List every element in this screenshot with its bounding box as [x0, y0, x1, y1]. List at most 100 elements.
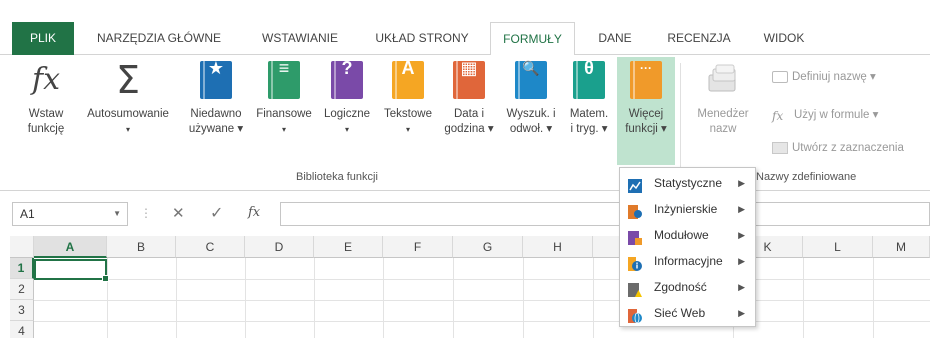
date-time-button[interactable]: ▦ Data i godzina ▾	[440, 59, 498, 137]
define-name-icon	[772, 70, 788, 83]
row-header-2[interactable]: 2	[10, 279, 34, 300]
text-dropdown-icon: ▾	[405, 125, 410, 134]
info-icon	[628, 254, 642, 271]
text-label: Tekstowe	[384, 108, 432, 120]
star-book-icon: ★	[200, 59, 232, 99]
date-time-label: Data i	[453, 108, 485, 120]
column-header-m[interactable]: M	[873, 236, 930, 258]
tab-file[interactable]: PLIK	[12, 22, 74, 55]
column-header-h[interactable]: H	[523, 236, 593, 258]
menu-item-label: Inżynierskie	[654, 202, 718, 216]
financial-button[interactable]: ≡ Finansowe ▾	[251, 59, 317, 137]
grid-line	[176, 258, 177, 338]
column-header-d[interactable]: D	[245, 236, 314, 258]
grid-line	[107, 258, 108, 338]
tab-formulas[interactable]: FORMUŁY	[490, 22, 575, 56]
logical-label: Logiczne	[323, 108, 371, 120]
column-header-c[interactable]: C	[176, 236, 245, 258]
fx-icon: fx	[31, 62, 61, 97]
column-header-b[interactable]: B	[107, 236, 176, 258]
grid-line	[453, 258, 454, 338]
create-from-selection-icon	[772, 142, 788, 154]
text-button[interactable]: A Tekstowe ▾	[378, 59, 438, 137]
recently-used-button[interactable]: ★ Niedawno używane ▾	[183, 59, 249, 137]
select-all-corner[interactable]	[10, 236, 34, 258]
menu-item-information[interactable]: Informacyjne ▶	[620, 248, 755, 274]
column-header-e[interactable]: E	[314, 236, 383, 258]
menu-item-compatibility[interactable]: Zgodność ▶	[620, 274, 755, 300]
formula-input[interactable]	[280, 202, 930, 226]
tab-insert[interactable]: WSTAWIANIE	[250, 22, 350, 55]
menu-item-engineering[interactable]: Inżynierskie ▶	[620, 196, 755, 222]
active-cell-a1[interactable]	[34, 259, 109, 282]
row-header-3[interactable]: 3	[10, 300, 34, 321]
grid-line	[873, 258, 874, 338]
fx-insert-icon[interactable]: fx	[248, 205, 260, 220]
name-box[interactable]: A1 ▼	[12, 202, 128, 226]
insert-function-button[interactable]: fx Wstaw funkcję	[18, 61, 74, 137]
grid-line	[593, 258, 594, 338]
engineering-icon	[628, 202, 642, 219]
cancel-icon[interactable]: ✕	[172, 204, 185, 222]
lookup-button[interactable]: 🔍 Wyszuk. i odwoł. ▾	[500, 61, 562, 137]
cube-icon	[628, 228, 642, 245]
row-header-4[interactable]: 4	[10, 321, 34, 338]
menu-item-statistical[interactable]: Statystyczne ▶	[620, 170, 755, 196]
more-functions-menu: Statystyczne ▶ Inżynierskie ▶ Modułowe ▶…	[619, 167, 756, 327]
tab-review[interactable]: RECENZJA	[660, 22, 738, 55]
tab-home[interactable]: NARZĘDZIA GŁÓWNE	[90, 22, 228, 55]
menu-item-label: Informacyjne	[654, 254, 723, 268]
insert-function-label: Wstaw	[28, 108, 64, 120]
financial-label: Finansowe	[256, 108, 312, 120]
tab-view[interactable]: WIDOK	[755, 22, 813, 55]
menu-item-web[interactable]: Sieć Web ▶	[620, 300, 755, 326]
submenu-arrow-icon: ▶	[738, 282, 745, 292]
tab-page-layout[interactable]: UKŁAD STRONY	[366, 22, 478, 55]
column-header-f[interactable]: F	[383, 236, 453, 258]
use-in-formula-button[interactable]: 𝑓x Użyj w formule ▾	[772, 107, 878, 123]
drag-handle-icon[interactable]: ⋮	[140, 206, 152, 220]
logical-dropdown-icon: ▾	[344, 125, 349, 134]
math-label-2: i tryg. ▾	[570, 123, 608, 135]
name-manager-button[interactable]: Menedżer nazw	[690, 61, 756, 137]
create-from-selection-label: Utwórz z zaznaczenia	[792, 142, 904, 155]
grid-line	[34, 300, 930, 301]
enter-icon[interactable]: ✓	[210, 203, 223, 223]
ribbon-tabs: PLIK NARZĘDZIA GŁÓWNE WSTAWIANIE UKŁAD S…	[0, 22, 930, 56]
fx-small-icon: 𝑓x	[772, 108, 784, 123]
more-functions-book-icon: ···	[630, 61, 662, 99]
name-box-value: A1	[20, 207, 35, 221]
create-from-selection-button[interactable]: Utwórz z zaznaczenia	[772, 142, 904, 154]
column-header-a[interactable]: A	[34, 236, 107, 258]
menu-item-cube[interactable]: Modułowe ▶	[620, 222, 755, 248]
worksheet-grid: A B C D E F G H K L M 1 2 3 4	[0, 236, 930, 338]
web-icon	[628, 306, 642, 324]
more-functions-button[interactable]: ··· Więcej funkcji ▾	[617, 57, 675, 165]
row-header-1[interactable]: 1	[10, 258, 34, 279]
math-button[interactable]: θ Matem. i tryg. ▾	[563, 59, 615, 137]
column-header-g[interactable]: G	[453, 236, 523, 258]
text-book-icon: A	[392, 59, 424, 99]
chevron-down-icon[interactable]: ▼	[113, 203, 121, 225]
chart-icon	[628, 176, 642, 193]
lookup-label-2: odwoł. ▾	[509, 123, 553, 135]
calendar-book-icon: ▦	[453, 59, 485, 99]
tab-data[interactable]: DANE	[590, 22, 640, 55]
financial-book-icon: ≡	[268, 59, 300, 99]
column-header-l[interactable]: L	[803, 236, 873, 258]
financial-dropdown-icon: ▾	[281, 125, 286, 134]
submenu-arrow-icon: ▶	[738, 204, 745, 214]
lookup-book-icon: 🔍	[515, 61, 547, 99]
insert-function-label-2: funkcję	[27, 123, 65, 135]
logical-button[interactable]: ? Logiczne ▾	[318, 59, 376, 137]
grid-line	[34, 279, 930, 280]
autosum-dropdown-icon: ▾	[125, 125, 130, 134]
math-book-icon: θ	[573, 59, 605, 99]
more-functions-label-2: funkcji ▾	[625, 123, 667, 135]
menu-item-label: Zgodność	[654, 280, 707, 294]
submenu-arrow-icon: ▶	[738, 256, 745, 266]
autosum-button[interactable]: Σ Autosumowanie ▾	[78, 61, 178, 137]
grid-line	[803, 258, 804, 338]
define-name-button[interactable]: Definiuj nazwę ▾	[772, 69, 876, 83]
grid-line	[314, 258, 315, 338]
